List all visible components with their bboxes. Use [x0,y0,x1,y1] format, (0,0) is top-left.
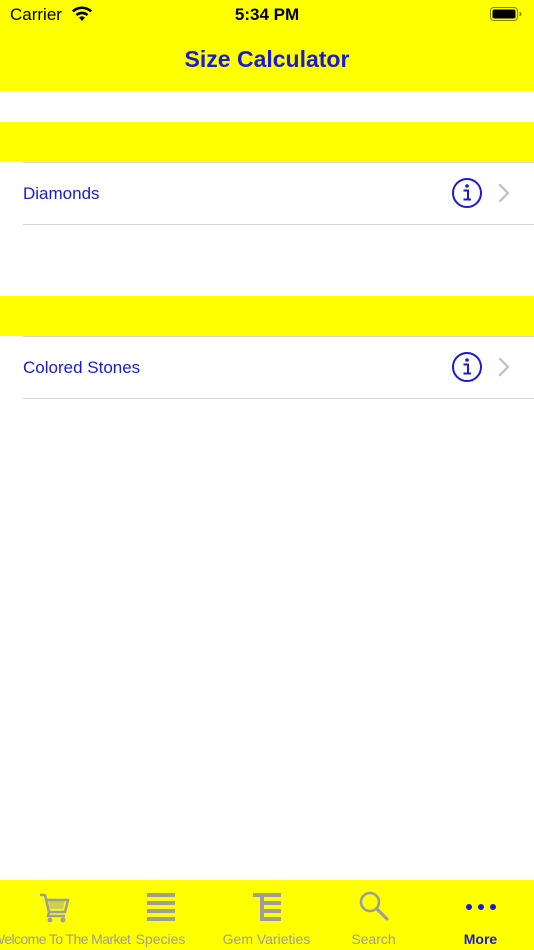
tab-search[interactable]: Search [320,880,427,950]
search-icon [359,891,389,921]
list-item-label: Diamonds [23,184,100,203]
status-bar: Carrier 5:34 PM [0,0,534,30]
list-item-diamonds[interactable]: Diamonds [0,163,534,224]
battery-icon [490,7,522,21]
tab-label: Gem Varieties [222,931,311,947]
page-title: Size Calculator [184,46,350,72]
row-divider [23,336,534,337]
info-circle-icon[interactable] [451,351,483,383]
list-item-label: Colored Stones [23,358,141,377]
tab-label: More [463,931,498,947]
tab-label: Species [135,931,186,947]
list-icon [146,893,175,921]
list-item-colored-stones[interactable]: Colored Stones [0,337,534,398]
cart-icon [39,893,69,923]
chevron-right-icon [498,183,510,203]
tab-bar: Welcome To The Market Species Gem Variet… [0,880,534,950]
tab-more[interactable]: More [427,880,534,950]
tab-gem-varieties[interactable]: Gem Varieties [213,880,320,950]
status-time: 5:34 PM [234,5,300,24]
header-bar: Carrier 5:34 PM Size Calculator [0,0,534,91]
tab-label: Search [351,931,396,947]
section-header-2 [0,296,534,336]
info-circle-icon[interactable] [451,177,483,209]
row-divider [23,224,534,225]
tab-label: Welcome To The Market [0,931,131,947]
more-icon [465,904,496,910]
section-header-1 [0,122,534,162]
row-divider [23,398,534,399]
tab-welcome-to-the-market[interactable]: Welcome To The Market [0,880,131,950]
chevron-right-icon [498,357,510,377]
row-divider [23,162,534,163]
varieties-list-icon [252,893,281,921]
tab-species[interactable]: Species [107,880,214,950]
